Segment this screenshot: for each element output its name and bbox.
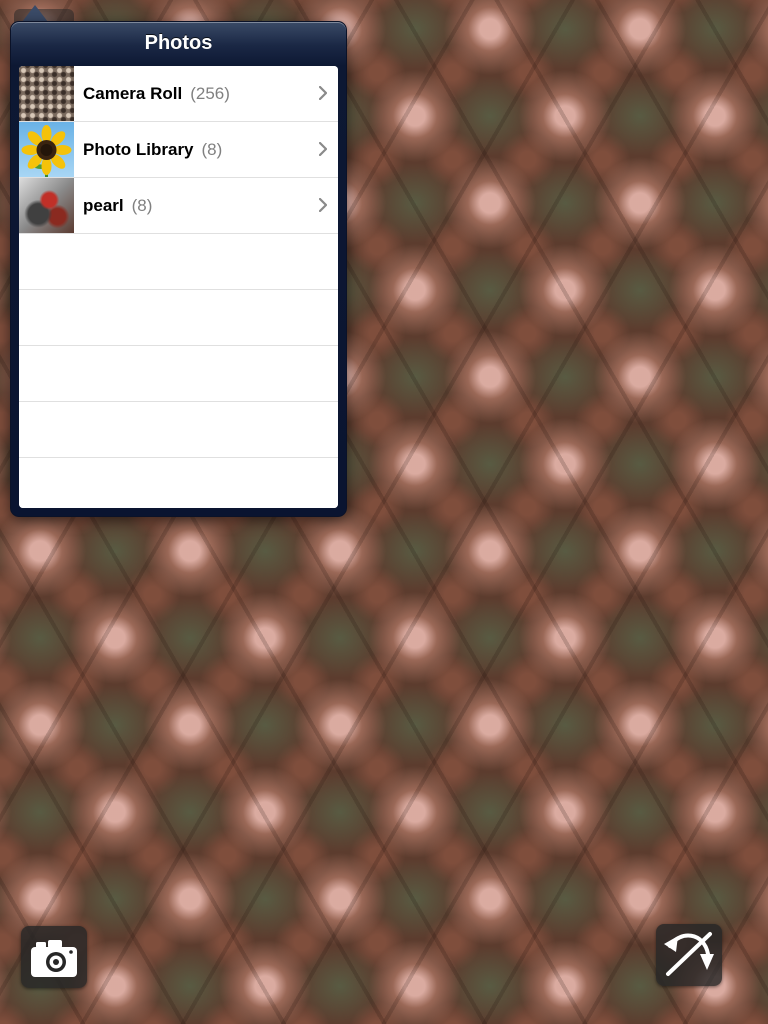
pearl-thumbnail xyxy=(19,178,74,233)
camera-button[interactable] xyxy=(21,926,87,988)
empty-row xyxy=(19,402,338,458)
empty-row xyxy=(19,346,338,402)
album-name: Camera Roll xyxy=(83,84,183,103)
camera-icon xyxy=(31,940,77,977)
chevron-right-icon xyxy=(319,86,327,100)
album-count: (8) xyxy=(131,196,153,215)
album-row-camera-roll[interactable]: Camera Roll (256) xyxy=(19,66,338,122)
empty-row xyxy=(19,458,338,508)
album-list: Camera Roll (256) Photo Library (8) pear… xyxy=(19,66,338,508)
flip-direction-icon xyxy=(664,932,714,976)
camera-roll-thumbnail xyxy=(19,66,74,121)
photos-popover: Photos Camera Roll (256) Photo Library (… xyxy=(10,21,347,517)
album-count: (8) xyxy=(201,140,223,159)
album-name: Photo Library xyxy=(83,140,194,159)
album-count: (256) xyxy=(190,84,230,103)
album-row-photo-library[interactable]: Photo Library (8) xyxy=(19,122,338,178)
empty-row xyxy=(19,234,338,290)
chevron-right-icon xyxy=(319,142,327,156)
popover-title: Photos xyxy=(144,32,213,54)
album-name: pearl xyxy=(83,196,124,215)
popover-arrow xyxy=(22,5,48,22)
album-row-pearl[interactable]: pearl (8) xyxy=(19,178,338,234)
chevron-right-icon xyxy=(319,198,327,212)
sunflower-thumbnail xyxy=(19,122,74,177)
flip-button[interactable] xyxy=(656,924,722,986)
empty-row xyxy=(19,290,338,346)
